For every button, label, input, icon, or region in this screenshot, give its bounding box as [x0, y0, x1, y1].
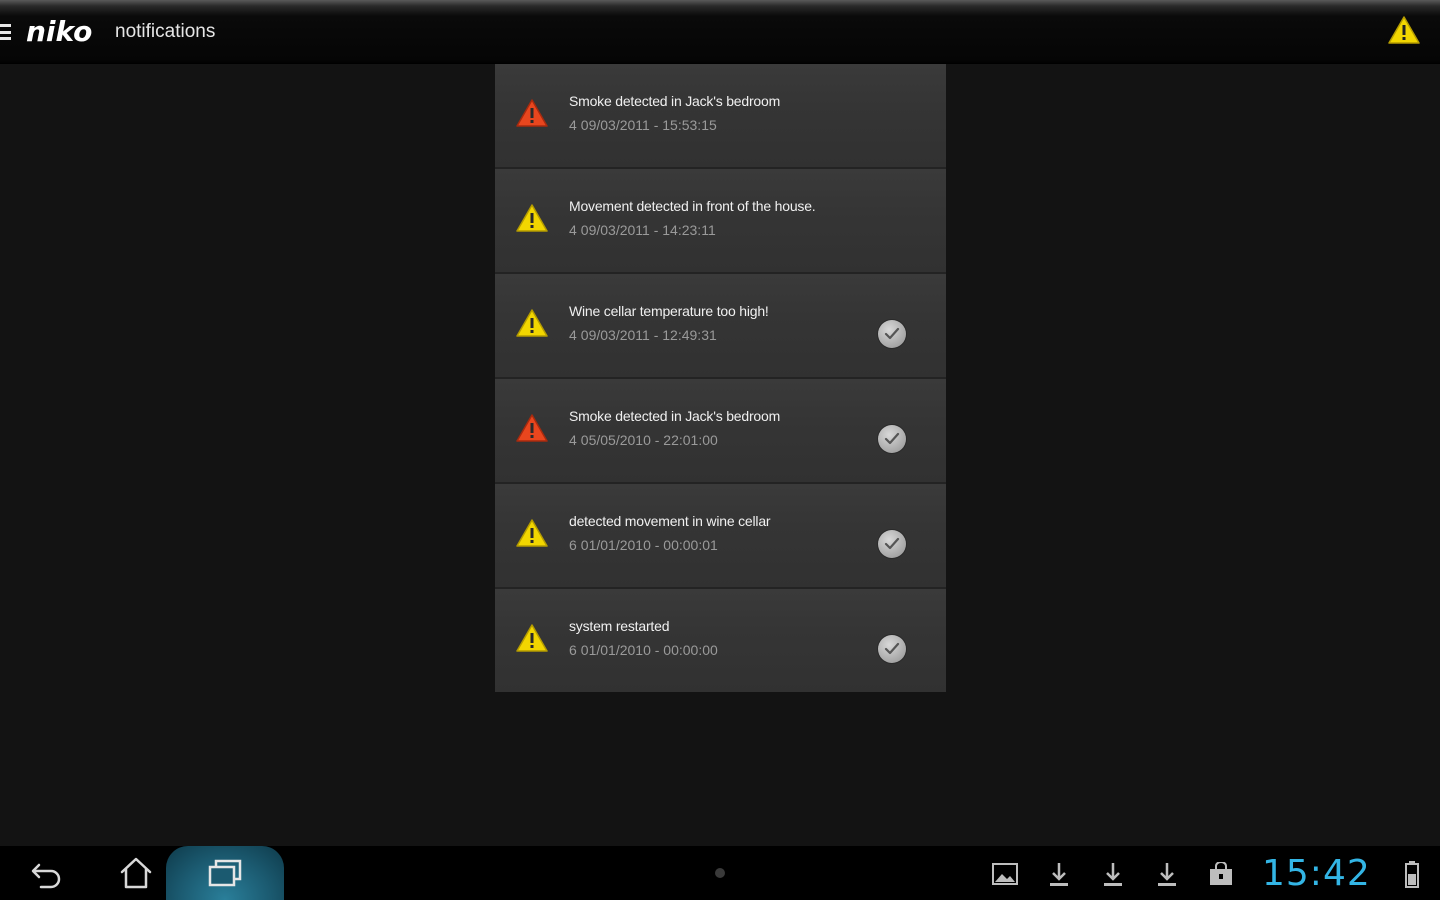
notification-meta: 6 01/01/2010 - 00:00:00 [569, 641, 718, 659]
notification-timestamp: 01/01/2010 - 00:00:01 [580, 537, 718, 553]
screen: niko notifications Smoke detected in Jac… [0, 0, 1440, 900]
notification-timestamp: 01/01/2010 - 00:00:00 [580, 642, 718, 658]
warning-icon [516, 519, 548, 547]
notification-list: Smoke detected in Jack's bedroom 4 09/03/2… [495, 64, 946, 692]
notification-message: Movement detected in front of the house. [569, 198, 816, 214]
notification-timestamp: 05/05/2010 - 22:01:00 [580, 432, 718, 448]
download-icon[interactable] [1045, 860, 1073, 888]
action-bar: niko notifications [0, 0, 1440, 64]
alarm-warning-icon [516, 99, 548, 127]
notification-count: 4 [569, 222, 577, 238]
page-title: notifications [115, 21, 216, 42]
notification-timestamp: 09/03/2011 - 12:49:31 [580, 327, 717, 343]
notification-count: 4 [569, 117, 577, 133]
notification-message: Smoke detected in Jack's bedroom [569, 408, 781, 424]
warning-icon [516, 204, 548, 232]
acknowledged-check-icon[interactable] [878, 635, 906, 663]
notification-message: system restarted [569, 618, 670, 634]
notification-row[interactable]: detected movement in wine cellar 6 01/01/2… [495, 484, 946, 589]
acknowledged-check-icon[interactable] [878, 320, 906, 348]
gallery-icon[interactable] [991, 860, 1019, 888]
acknowledged-check-icon[interactable] [878, 425, 906, 453]
notification-row[interactable]: Smoke detected in Jack's bedroom 4 05/05/2… [495, 379, 946, 484]
acknowledged-check-icon[interactable] [878, 530, 906, 558]
notification-row[interactable]: Movement detected in front of the house.… [495, 169, 946, 274]
notification-count: 4 [569, 432, 577, 448]
warning-icon [516, 309, 548, 337]
status-clock[interactable]: 15:42 [1262, 852, 1371, 896]
notification-meta: 6 01/01/2010 - 00:00:01 [569, 536, 718, 554]
app-logo[interactable]: niko [26, 14, 92, 50]
notification-count: 6 [569, 537, 577, 553]
store-icon[interactable] [1207, 860, 1235, 888]
notification-row[interactable]: Wine cellar temperature too high! 4 09/03/… [495, 274, 946, 379]
notification-meta: 4 09/03/2011 - 14:23:11 [569, 221, 716, 239]
notification-meta: 4 05/05/2010 - 22:01:00 [569, 431, 718, 449]
notification-row[interactable]: Smoke detected in Jack's bedroom 4 09/03/2… [495, 64, 946, 169]
download-icon[interactable] [1153, 860, 1181, 888]
alarm-warning-icon [516, 414, 548, 442]
notification-timestamp: 09/03/2011 - 14:23:11 [580, 222, 716, 238]
notification-meta: 4 09/03/2011 - 15:53:15 [569, 116, 717, 134]
home-icon[interactable] [101, 846, 171, 900]
notification-message: Smoke detected in Jack's bedroom [569, 93, 781, 109]
back-icon[interactable] [12, 846, 82, 900]
battery-icon[interactable] [1404, 860, 1420, 888]
page-indicator [715, 868, 725, 878]
notification-message: Wine cellar temperature too high! [569, 303, 769, 319]
recent-apps-icon [208, 859, 242, 887]
notification-count: 6 [569, 642, 577, 658]
download-icon[interactable] [1099, 860, 1127, 888]
warning-icon [516, 624, 548, 652]
menu-icon[interactable] [0, 24, 12, 40]
notification-row[interactable]: system restarted 6 01/01/2010 - 00:00:00 [495, 589, 946, 692]
notification-count: 4 [569, 327, 577, 343]
notification-message: detected movement in wine cellar [569, 513, 771, 529]
recent-apps-button[interactable] [166, 846, 284, 900]
warning-icon[interactable] [1388, 16, 1420, 44]
notification-meta: 4 09/03/2011 - 12:49:31 [569, 326, 717, 344]
notification-timestamp: 09/03/2011 - 15:53:15 [580, 117, 717, 133]
